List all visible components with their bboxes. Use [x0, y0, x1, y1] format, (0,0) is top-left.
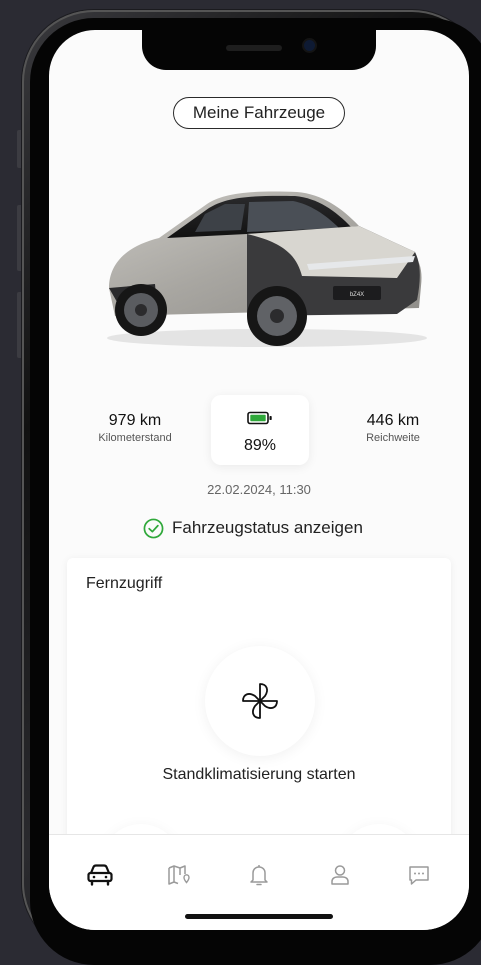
vehicle-image: bZ4X: [107, 191, 427, 347]
status-timestamp: 22.02.2024, 11:30: [207, 482, 311, 497]
tab-profile[interactable]: [320, 855, 360, 895]
vehicle-status-label: Fahrzeugstatus anzeigen: [172, 518, 363, 537]
climate-start-label: Standklimatisierung starten: [162, 766, 356, 783]
map-icon: [168, 865, 190, 885]
fan-icon: [242, 683, 278, 719]
climate-start-button[interactable]: [205, 646, 315, 756]
profile-icon: [331, 865, 349, 885]
battery-percent: 89%: [243, 437, 277, 454]
check-circle-icon: [143, 518, 164, 538]
battery-card[interactable]: 89%: [211, 395, 309, 465]
battery-icon: [247, 411, 272, 425]
bell-icon: [250, 865, 268, 886]
tab-notifications[interactable]: [239, 855, 279, 895]
badge-text: bZ4X: [350, 292, 364, 298]
mileage-stat: 979 km Kilometerstand: [79, 412, 191, 444]
app-screen: Meine Fahrzeuge bZ4X 979 km Kilometersta…: [49, 30, 469, 930]
speaker-grille: [226, 45, 282, 51]
my-vehicles-button[interactable]: Meine Fahrzeuge: [173, 97, 345, 129]
tab-chat[interactable]: [399, 855, 439, 895]
remote-access-title: Fernzugriff: [86, 575, 163, 592]
mileage-label: Kilometerstand: [98, 432, 172, 444]
range-value: 446 km: [366, 412, 420, 429]
tab-map[interactable]: [158, 855, 198, 895]
vehicle-status-link[interactable]: Fahrzeugstatus anzeigen: [143, 516, 363, 540]
home-indicator[interactable]: [185, 914, 333, 919]
chat-icon: [409, 866, 429, 885]
car-icon: [87, 864, 113, 886]
range-stat: 446 km Reichweite: [337, 412, 449, 444]
notch: [142, 30, 376, 70]
mileage-value: 979 km: [108, 412, 162, 429]
tab-car[interactable]: [80, 855, 120, 895]
front-camera: [304, 40, 315, 51]
range-label: Reichweite: [366, 432, 420, 444]
